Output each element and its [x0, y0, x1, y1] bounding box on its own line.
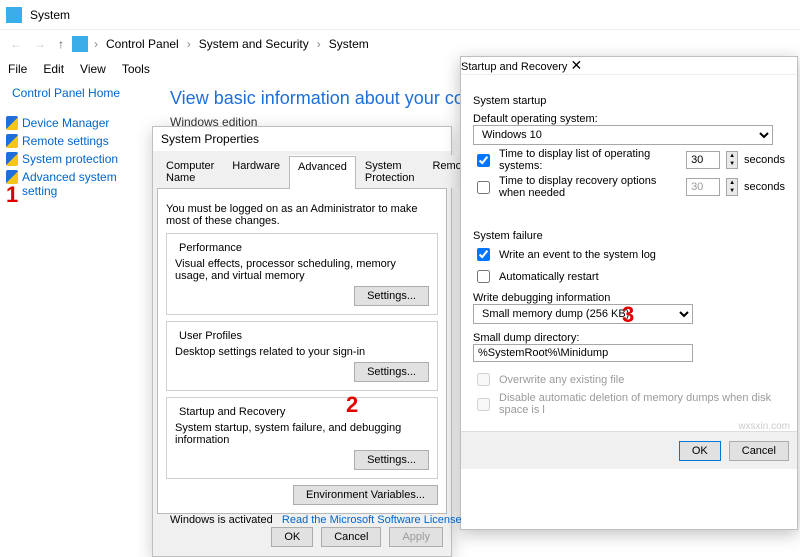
disable-auto-delete-checkbox	[477, 398, 490, 411]
time-recovery-label: Time to display recovery options when ne…	[499, 175, 680, 199]
menu-view[interactable]: View	[80, 62, 106, 76]
dump-type-select[interactable]: Small memory dump (256 KB)	[473, 304, 693, 324]
time-recovery-value	[686, 178, 720, 196]
overwrite-checkbox	[477, 373, 490, 386]
close-icon[interactable]: ✕	[570, 57, 582, 73]
sysprop-tabs: Computer Name Hardware Advanced System P…	[157, 155, 447, 189]
admin-note: You must be logged on as an Administrato…	[166, 203, 438, 227]
seconds-label: seconds	[744, 181, 785, 193]
disable-auto-delete-label: Disable automatic deletion of memory dum…	[499, 392, 785, 416]
small-dump-dir-label: Small dump directory:	[473, 332, 785, 344]
user-profiles-group-title: User Profiles	[175, 330, 246, 342]
sr-title: Startup and Recovery	[461, 61, 567, 73]
chevron-right-icon: ›	[185, 37, 193, 51]
performance-desc: Visual effects, processor scheduling, me…	[175, 258, 429, 282]
time-list-label: Time to display list of operating system…	[499, 148, 680, 172]
annotation-2: 2	[346, 392, 358, 418]
shield-icon	[6, 152, 18, 166]
sidebar-item-advanced-system-settings[interactable]: Advanced system setting	[6, 168, 156, 200]
control-panel-home-link[interactable]: Control Panel Home	[6, 82, 156, 104]
tab-computer-name[interactable]: Computer Name	[157, 155, 223, 188]
sidebar-item-system-protection[interactable]: System protection	[6, 150, 156, 168]
annotation-1: 1	[6, 182, 18, 208]
sr-ok-button[interactable]: OK	[679, 441, 721, 461]
back-arrow-icon[interactable]: ←	[6, 37, 26, 51]
spinner-icon[interactable]: ▲▼	[726, 151, 738, 169]
chevron-right-icon: ›	[92, 37, 100, 51]
sysprop-cancel-button[interactable]: Cancel	[321, 527, 381, 547]
startup-recovery-desc: System startup, system failure, and debu…	[175, 422, 429, 446]
sr-cancel-button[interactable]: Cancel	[729, 441, 789, 461]
license-link[interactable]: Read the Microsoft Software License	[282, 514, 462, 526]
windows-activated-label: Windows is activated	[170, 514, 273, 526]
spinner-icon: ▲▼	[726, 178, 738, 196]
chevron-right-icon: ›	[315, 37, 323, 51]
sidebar-item-remote-settings[interactable]: Remote settings	[6, 132, 156, 150]
performance-settings-button[interactable]: Settings...	[354, 286, 429, 306]
tab-system-protection[interactable]: System Protection	[356, 155, 424, 188]
environment-variables-button[interactable]: Environment Variables...	[293, 485, 438, 505]
sysprop-ok-button[interactable]: OK	[271, 527, 313, 547]
small-dump-dir-input[interactable]	[473, 344, 693, 362]
user-profiles-settings-button[interactable]: Settings...	[354, 362, 429, 382]
breadcrumb-leaf[interactable]: System	[327, 37, 371, 51]
sysprop-title: System Properties	[161, 132, 259, 146]
tab-hardware[interactable]: Hardware	[223, 155, 289, 188]
sysprop-apply-button[interactable]: Apply	[389, 527, 443, 547]
time-list-checkbox[interactable]	[477, 154, 490, 167]
shield-icon	[6, 116, 18, 130]
time-list-value[interactable]	[686, 151, 720, 169]
performance-group-title: Performance	[175, 242, 246, 254]
window-title: System	[30, 8, 70, 22]
auto-restart-label: Automatically restart	[499, 271, 599, 283]
user-profiles-desc: Desktop settings related to your sign-in	[175, 346, 429, 358]
breadcrumb-mid[interactable]: System and Security	[197, 37, 311, 51]
system-icon	[6, 7, 22, 23]
overwrite-label: Overwrite any existing file	[499, 374, 624, 386]
write-event-checkbox[interactable]	[477, 248, 490, 261]
system-failure-heading: System failure	[473, 230, 785, 242]
watermark: wxsxin.com	[738, 421, 790, 432]
menu-file[interactable]: File	[8, 62, 27, 76]
menu-edit[interactable]: Edit	[43, 62, 64, 76]
seconds-label: seconds	[744, 154, 785, 166]
default-os-label: Default operating system:	[473, 113, 785, 125]
shield-icon	[6, 134, 18, 148]
auto-restart-checkbox[interactable]	[477, 270, 490, 283]
default-os-select[interactable]: Windows 10	[473, 125, 773, 145]
time-recovery-checkbox[interactable]	[477, 181, 490, 194]
folder-icon	[72, 36, 88, 52]
menu-tools[interactable]: Tools	[122, 62, 150, 76]
startup-recovery-settings-button[interactable]: Settings...	[354, 450, 429, 470]
annotation-3: 3	[622, 302, 634, 328]
startup-recovery-group-title: Startup and Recovery	[175, 406, 289, 418]
breadcrumb-root[interactable]: Control Panel	[104, 37, 181, 51]
system-startup-heading: System startup	[473, 95, 785, 107]
tab-advanced[interactable]: Advanced	[289, 156, 356, 189]
write-event-label: Write an event to the system log	[499, 249, 656, 261]
up-arrow-icon[interactable]: ↑	[54, 37, 68, 51]
sidebar-item-device-manager[interactable]: Device Manager	[6, 114, 156, 132]
forward-arrow-icon[interactable]: →	[30, 37, 50, 51]
